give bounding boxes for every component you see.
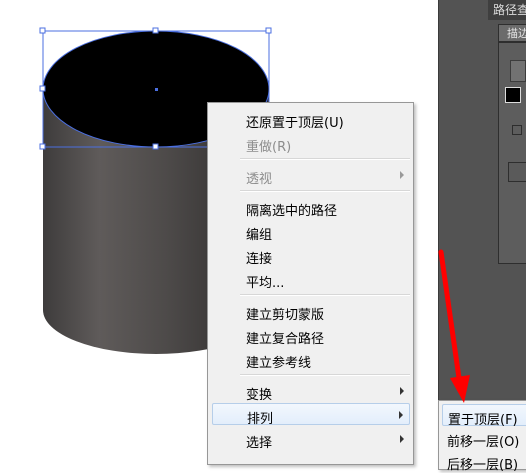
menu-item-arrange[interactable]: 排列 [212, 403, 410, 427]
menu-item-label: 平均... [246, 276, 285, 291]
menu-item-make-guides[interactable]: 建立参考线 [212, 348, 410, 371]
menu-item-transform[interactable]: 变换 [212, 380, 410, 403]
menu-item-label: 变换 [246, 388, 273, 403]
menu-item-make-compound-path[interactable]: 建立复合路径 [212, 324, 410, 347]
menu-item-label: 建立复合路径 [246, 332, 325, 347]
menu-separator [240, 294, 410, 296]
menu-item-label: 还原置于顶层(U) [246, 116, 344, 131]
menu-item-label: 编组 [246, 228, 273, 243]
menu-item-label: 排列 [247, 412, 274, 427]
panel-swatch[interactable] [510, 60, 526, 82]
context-menu: 还原置于顶层(U) 重做(R) 透视 隔离选中的路径 编组 连接 平均... 建… [207, 102, 414, 465]
submenu-item-label: 置于顶层(F) [448, 413, 518, 428]
menu-item-label: 建立参考线 [246, 356, 312, 371]
submenu-arrow-icon [400, 387, 404, 395]
menu-separator [240, 190, 410, 192]
arrange-submenu: 置于顶层(F) 前移一层(O) 后移一层(B) [438, 400, 526, 473]
menu-item-group[interactable]: 编组 [212, 220, 410, 243]
submenu-item-send-backward[interactable]: 后移一层(B) [442, 450, 526, 473]
menu-item-select[interactable]: 选择 [212, 428, 410, 451]
panel-option-icon[interactable] [512, 125, 522, 135]
menu-item-label: 隔离选中的路径 [246, 204, 338, 219]
submenu-item-bring-to-front[interactable]: 置于顶层(F) [442, 404, 526, 428]
menu-separator [240, 374, 410, 376]
submenu-arrow-icon [399, 411, 403, 419]
submenu-item-bring-forward[interactable]: 前移一层(O) [442, 427, 526, 450]
menu-item-label: 选择 [246, 436, 273, 451]
menu-item-label: 连接 [246, 252, 273, 267]
menu-item-label: 透视 [246, 172, 273, 187]
submenu-arrow-icon [400, 435, 404, 443]
menu-separator [240, 158, 410, 160]
menu-item-join[interactable]: 连接 [212, 244, 410, 267]
submenu-item-label: 后移一层(B) [447, 458, 519, 473]
tab-stroke-label: 描边 [507, 27, 526, 40]
menu-item-label: 重做(R) [246, 140, 292, 155]
menu-item-redo[interactable]: 重做(R) [212, 132, 410, 155]
menu-item-perspective[interactable]: 透视 [212, 164, 410, 187]
menu-item-make-clipping-mask[interactable]: 建立剪切蒙版 [212, 300, 410, 323]
menu-item-average[interactable]: 平均... [212, 268, 410, 291]
menu-item-isolate-path[interactable]: 隔离选中的路径 [212, 196, 410, 219]
submenu-item-label: 前移一层(O) [447, 435, 520, 450]
menu-item-undo-bring-to-front[interactable]: 还原置于顶层(U) [212, 108, 410, 131]
menu-item-label: 建立剪切蒙版 [246, 308, 325, 323]
panel-field[interactable] [508, 162, 526, 182]
panel-title[interactable]: 路径查 [493, 1, 526, 18]
fill-color-swatch[interactable] [505, 87, 521, 103]
center-point [155, 88, 158, 91]
submenu-arrow-icon [400, 171, 404, 179]
